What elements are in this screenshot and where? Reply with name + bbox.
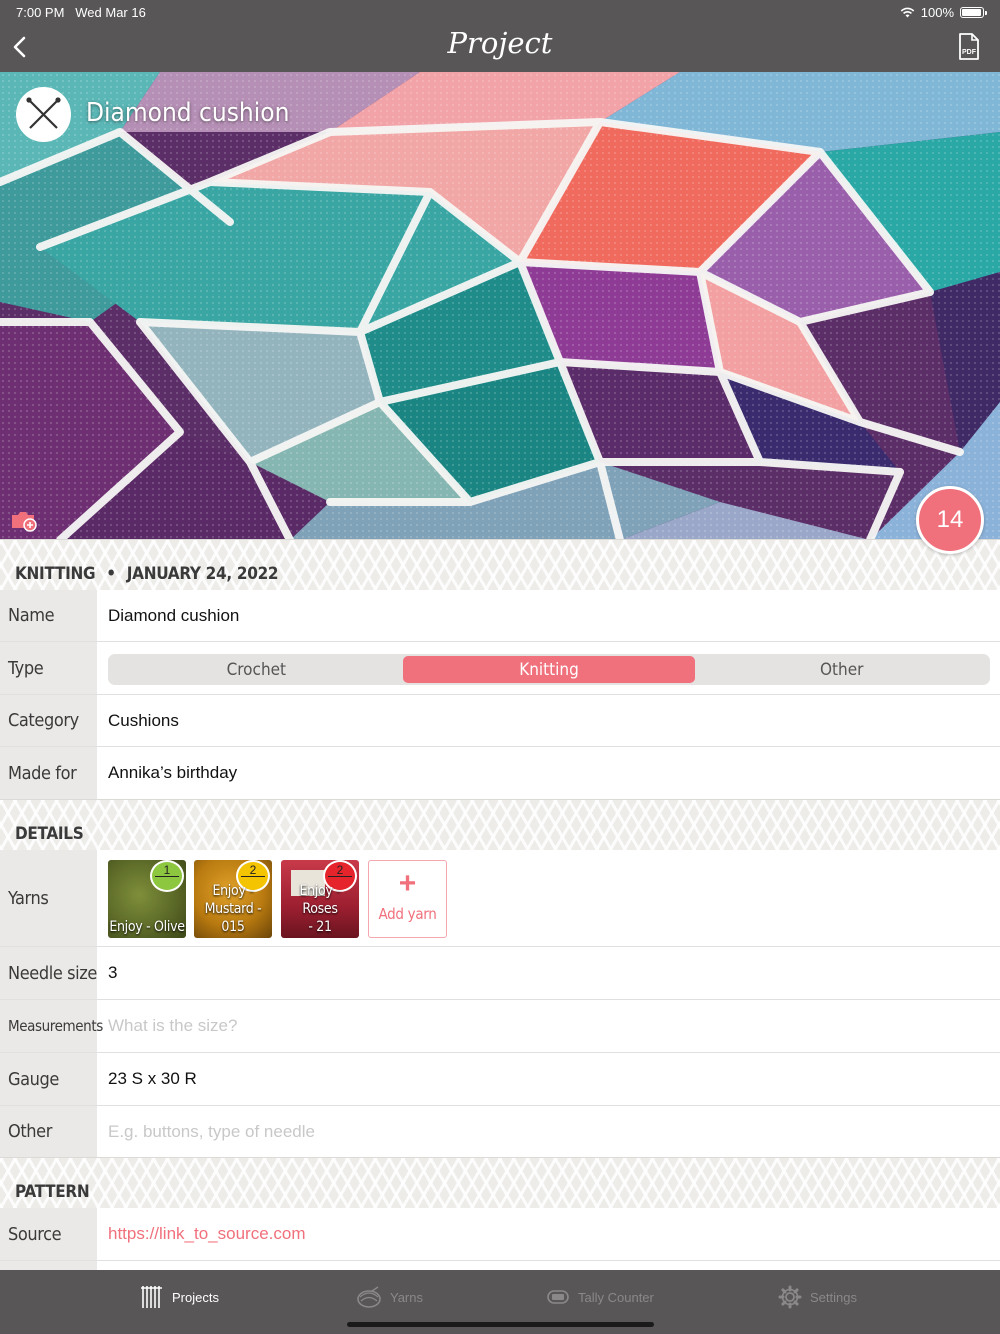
gauge-label: Gauge: [0, 1053, 97, 1105]
section-header-text: KNITTING • JANUARY 24, 2022: [15, 564, 279, 584]
project-date: JANUARY 24, 2022: [126, 564, 279, 584]
yarn-count: 2: [336, 863, 344, 877]
needle-size-field[interactable]: 3: [108, 947, 1000, 999]
project-type-badge: [16, 87, 71, 142]
status-time: 7:00 PM Wed Mar 16: [16, 5, 146, 20]
row-counter-badge[interactable]: 14: [916, 486, 984, 554]
gear-icon: [778, 1285, 802, 1309]
type-segmented-control[interactable]: Crochet Knitting Other: [108, 654, 990, 685]
category-label: Category: [0, 695, 97, 746]
name-row: Name Diamond cushion: [0, 590, 1000, 642]
tab-label: Yarns: [390, 1289, 423, 1305]
name-field[interactable]: Diamond cushion: [108, 590, 1000, 641]
add-yarn-button[interactable]: + Add yarn: [368, 860, 447, 938]
section-header-details: DETAILS: [0, 799, 1000, 851]
tab-label: Tally Counter: [578, 1289, 654, 1305]
separator-dot: •: [106, 564, 116, 584]
gauge-field[interactable]: 23 S x 30 R: [108, 1053, 1000, 1105]
tab-label: Settings: [810, 1289, 857, 1305]
type-option-crochet[interactable]: Crochet: [110, 656, 403, 683]
other-label: Other: [0, 1106, 97, 1157]
crochet-cushion-image: [0, 72, 1000, 540]
yarn-count: 2: [249, 863, 257, 877]
made-for-label: Made for: [0, 747, 97, 799]
wifi-icon: [900, 7, 915, 18]
source-row: Source https://link_to_source.com: [0, 1208, 1000, 1261]
gauge-row: Gauge 23 S x 30 R: [0, 1053, 1000, 1106]
next-row-label: [0, 1261, 97, 1270]
project-photo[interactable]: Diamond cushion: [0, 72, 1000, 540]
made-for-row: Made for Annika’s birthday: [0, 747, 1000, 800]
svg-text:PDF: PDF: [962, 49, 977, 56]
pdf-icon: PDF: [959, 33, 979, 60]
measurements-field[interactable]: What is the size?: [108, 1000, 1000, 1052]
name-label: Name: [0, 590, 97, 641]
pdf-export-button[interactable]: PDF: [956, 32, 982, 62]
next-row-peek: [0, 1261, 1000, 1270]
yarn-count: 1: [163, 863, 171, 877]
needles-icon: [141, 1286, 162, 1308]
measurements-row: Measurements What is the size?: [0, 1000, 1000, 1053]
section-title-pattern: PATTERN: [15, 1182, 90, 1202]
section-header-general: KNITTING • JANUARY 24, 2022: [0, 539, 1000, 591]
yarn-name: Enjoy - Mustard - 015: [194, 882, 272, 936]
counter-icon: [547, 1290, 569, 1304]
status-date: Wed Mar 16: [75, 5, 146, 20]
add-yarn-label: Add yarn: [378, 905, 437, 923]
yarn-card-olive[interactable]: 1 Enjoy - Olive: [108, 860, 186, 938]
yarns-row: Yarns 1 Enjoy - Olive 2 Enjoy - Mustard -…: [0, 850, 1000, 947]
battery-icon: [960, 7, 987, 18]
tab-settings[interactable]: Settings: [778, 1284, 857, 1310]
page-title: Project: [447, 26, 553, 60]
yarn-name: Enjoy - Olive: [109, 919, 185, 935]
type-row: Type Crochet Knitting Other: [0, 642, 1000, 695]
type-label: Type: [0, 642, 97, 694]
project-type-label: KNITTING: [15, 564, 96, 584]
yarn-card-mustard[interactable]: 2 Enjoy - Mustard - 015: [194, 860, 272, 938]
measurements-label: Measurements: [0, 1000, 103, 1052]
other-field[interactable]: E.g. buttons, type of needle: [108, 1106, 1000, 1157]
yarn-name-line2: Mustard - 015: [204, 901, 262, 935]
yarn-icon: [357, 1286, 381, 1308]
add-photo-button[interactable]: [10, 508, 38, 532]
yarns-label: Yarns: [0, 850, 97, 946]
section-header-pattern: PATTERN: [0, 1157, 1000, 1209]
status-indicators: 100%: [900, 5, 987, 20]
source-link[interactable]: https://link_to_source.com: [108, 1208, 1000, 1260]
yarn-card-roses[interactable]: 2 Enjoy - Roses - 21: [281, 860, 359, 938]
yarn-count-badge: 1: [150, 860, 184, 892]
type-option-other[interactable]: Other: [695, 656, 988, 683]
made-for-field[interactable]: Annika’s birthday: [108, 747, 1000, 799]
nav-bar: 7:00 PM Wed Mar 16 100% Project PDF: [0, 0, 1000, 72]
needle-size-row: Needle size 3: [0, 947, 1000, 1000]
project-title: Diamond cushion: [86, 98, 290, 128]
category-field[interactable]: Cushions: [108, 695, 1000, 746]
other-row: Other E.g. buttons, type of needle: [0, 1106, 1000, 1158]
type-option-knitting[interactable]: Knitting: [402, 656, 696, 683]
tab-label: Projects: [172, 1289, 219, 1305]
tab-tally-counter[interactable]: Tally Counter: [546, 1284, 654, 1310]
section-title-details: DETAILS: [15, 824, 84, 844]
yarn-name-line2: - 21: [308, 919, 332, 935]
tab-projects[interactable]: Projects: [140, 1284, 219, 1310]
source-label: Source: [0, 1208, 97, 1260]
yarn-name-line1: Enjoy - Roses: [299, 883, 341, 917]
yarn-name-line1: Enjoy -: [212, 883, 254, 899]
plus-icon: +: [398, 867, 417, 900]
tab-yarns[interactable]: Yarns: [356, 1284, 423, 1310]
home-indicator[interactable]: [347, 1322, 654, 1327]
category-row: Category Cushions: [0, 695, 1000, 747]
status-clock: 7:00 PM: [16, 5, 65, 20]
yarn-name: Enjoy - Roses - 21: [281, 882, 359, 936]
needle-size-label: Needle size: [0, 947, 97, 999]
add-photo-icon: [12, 512, 37, 532]
knitting-needles-icon: [26, 97, 61, 129]
battery-percent: 100%: [920, 5, 954, 20]
